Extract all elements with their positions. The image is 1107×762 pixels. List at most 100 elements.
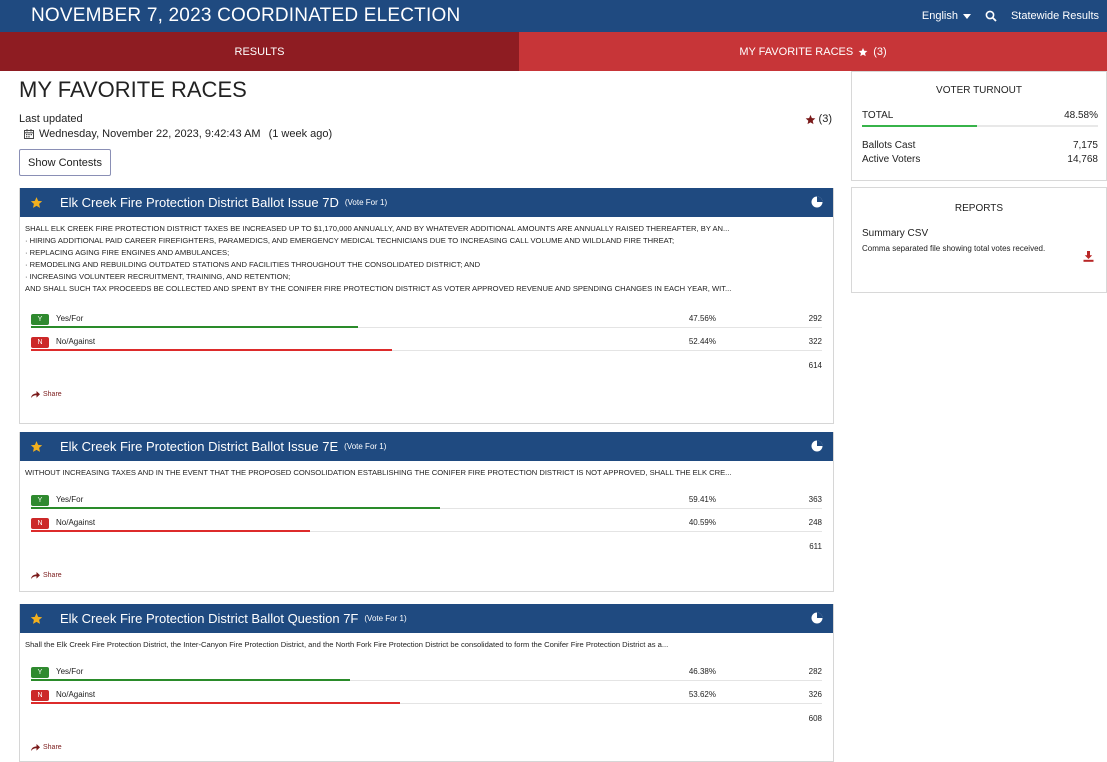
main-content: MY FAVORITE RACES Last updated (3) Wedne…	[19, 71, 834, 176]
choice-name: No/Against	[56, 690, 96, 699]
top-bar-actions: English Statewide Results	[922, 10, 1107, 22]
choice-name: Yes/For	[56, 667, 84, 676]
choice-percent: 46.38%	[688, 667, 716, 676]
search-icon[interactable]	[985, 10, 997, 22]
choice-badge-yes: Y	[31, 667, 49, 678]
summary-csv-link[interactable]: Summary CSV	[862, 228, 928, 239]
question-line: SHALL ELK CREEK FIRE PROTECTION DISTRICT…	[25, 224, 730, 233]
last-updated-date-line: Wednesday, November 22, 2023, 9:42:43 AM…	[19, 128, 834, 140]
choice-name: Yes/For	[56, 495, 84, 504]
race-card: Elk Creek Fire Protection District Ballo…	[19, 188, 834, 424]
choice-row: N No/Against 52.44% 322	[31, 333, 822, 356]
tab-favorites-label: MY FAVORITE RACES	[739, 45, 854, 58]
share-link[interactable]: Share	[20, 391, 833, 398]
race-title[interactable]: Elk Creek Fire Protection District Ballo…	[60, 439, 338, 454]
share-label: Share	[43, 391, 62, 398]
race-title[interactable]: Elk Creek Fire Protection District Ballo…	[60, 195, 339, 210]
choice-badge-no: N	[31, 690, 49, 701]
question-line: · INCREASING VOLUNTEER RECRUITMENT, TRAI…	[25, 272, 291, 281]
choices-list: Y Yes/For 46.38% 282 N No/Against 53.62%…	[20, 663, 833, 709]
question-line: Shall the Elk Creek Fire Protection Dist…	[25, 640, 669, 649]
share-link[interactable]: Share	[20, 744, 833, 751]
ballots-cast-value: 7,175	[1072, 140, 1098, 151]
ballots-cast-label: Ballots Cast	[862, 140, 916, 151]
choice-badge-no: N	[31, 337, 49, 348]
share-arrow-icon	[31, 391, 40, 398]
favorite-star-icon[interactable]	[30, 612, 43, 625]
last-updated-ago: (1 week ago)	[268, 128, 333, 140]
calendar-icon	[24, 129, 34, 139]
last-updated-label: Last updated	[19, 113, 83, 125]
race-header: Elk Creek Fire Protection District Ballo…	[20, 432, 833, 461]
statewide-results-link[interactable]: Statewide Results	[1011, 10, 1099, 22]
summary-csv-description: Comma separated file showing total votes…	[862, 244, 1046, 253]
choice-percent: 53.62%	[688, 690, 716, 699]
question-line: · HIRING ADDITIONAL PAID CAREER FIREFIGH…	[25, 236, 675, 245]
race-question-text: Shall the Elk Creek Fire Protection Dist…	[20, 633, 833, 651]
voter-turnout-heading: VOTER TURNOUT	[936, 85, 1022, 96]
share-arrow-icon	[31, 572, 40, 579]
turnout-bar-track	[862, 125, 1098, 127]
choice-votes: 326	[808, 690, 822, 699]
share-label: Share	[43, 572, 62, 579]
favorite-star-icon[interactable]	[30, 196, 43, 209]
download-icon[interactable]	[1083, 251, 1094, 262]
choice-name: No/Against	[56, 337, 96, 346]
question-line: · REPLACING AGING FIRE ENGINES AND AMBUL…	[25, 248, 230, 257]
choice-badge-yes: Y	[31, 314, 49, 325]
vote-for-label: (Vote For 1)	[344, 442, 387, 451]
race-header: Elk Creek Fire Protection District Ballo…	[20, 604, 833, 633]
tab-results-label: RESULTS	[234, 45, 285, 58]
share-label: Share	[43, 744, 62, 751]
choice-votes: 282	[808, 667, 822, 676]
choice-votes: 292	[808, 314, 822, 323]
active-voters-value: 14,768	[1067, 154, 1098, 165]
total-votes: 608	[808, 714, 822, 723]
star-icon	[805, 114, 815, 124]
reports-heading: REPORTS	[954, 203, 1004, 214]
choice-row: N No/Against 40.59% 248	[31, 514, 822, 537]
choice-bar-no	[31, 349, 392, 351]
vote-for-label: (Vote For 1)	[364, 614, 407, 623]
choice-bar-no	[31, 702, 400, 704]
pie-chart-icon[interactable]	[811, 196, 823, 208]
share-arrow-icon	[31, 744, 40, 751]
choice-bar-yes	[31, 507, 440, 509]
share-link[interactable]: Share	[20, 572, 833, 579]
last-updated-date: Wednesday, November 22, 2023, 9:42:43 AM	[39, 128, 261, 140]
top-bar: NOVEMBER 7, 2023 COORDINATED ELECTION En…	[0, 0, 1107, 32]
choice-votes: 322	[808, 337, 822, 346]
choices-list: Y Yes/For 59.41% 363 N No/Against 40.59%…	[20, 491, 833, 537]
choice-name: No/Against	[56, 518, 96, 527]
star-icon	[858, 47, 868, 56]
last-updated-row: Last updated (3)	[19, 113, 834, 125]
choice-name: Yes/For	[56, 314, 84, 323]
favorites-counter[interactable]: (3)	[805, 113, 832, 125]
pie-chart-icon[interactable]	[811, 612, 823, 624]
tab-results[interactable]: RESULTS	[0, 32, 519, 71]
choice-percent: 47.56%	[688, 314, 716, 323]
race-title[interactable]: Elk Creek Fire Protection District Ballo…	[60, 611, 358, 626]
choice-badge-no: N	[31, 518, 49, 529]
favorite-star-icon[interactable]	[30, 440, 43, 453]
reports-panel: REPORTS Summary CSV Comma separated file…	[851, 187, 1107, 293]
turnout-total-row: TOTAL 48.58%	[852, 110, 1106, 124]
choice-votes: 248	[808, 518, 822, 527]
pie-chart-icon[interactable]	[811, 440, 823, 452]
choice-row: Y Yes/For 47.56% 292	[31, 310, 822, 333]
show-contests-button[interactable]: Show Contests	[19, 149, 111, 176]
choice-percent: 52.44%	[688, 337, 716, 346]
race-card: Elk Creek Fire Protection District Ballo…	[19, 432, 834, 592]
active-voters-row: Active Voters 14,768	[852, 154, 1106, 168]
language-dropdown[interactable]: English	[922, 10, 971, 22]
turnout-total-label: TOTAL	[862, 110, 894, 121]
voter-turnout-panel: VOTER TURNOUT TOTAL 48.58% Ballots Cast …	[851, 71, 1107, 181]
choice-bar-yes	[31, 326, 359, 328]
total-votes: 614	[808, 361, 822, 370]
tab-my-favorite-races[interactable]: MY FAVORITE RACES (3)	[519, 32, 1107, 71]
choice-row: Y Yes/For 59.41% 363	[31, 491, 822, 514]
choice-bar-no	[31, 530, 311, 532]
active-voters-label: Active Voters	[862, 154, 921, 165]
caret-down-icon	[962, 13, 971, 19]
choice-votes: 363	[808, 495, 822, 504]
